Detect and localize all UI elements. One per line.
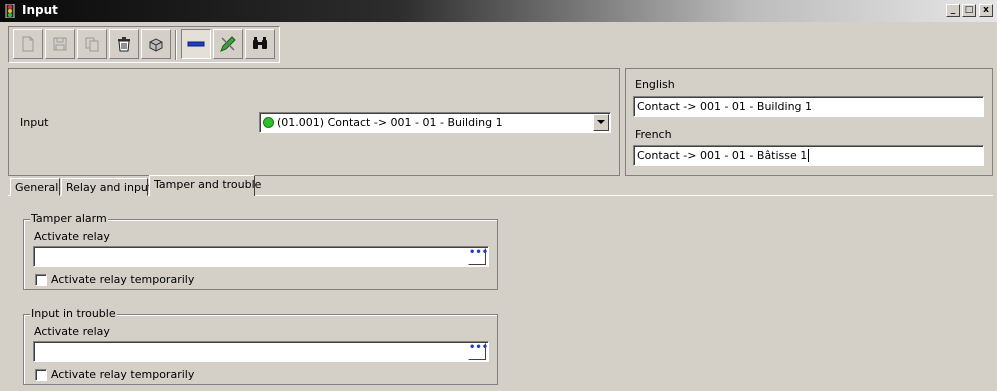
minus-button[interactable]	[181, 29, 211, 59]
trouble-temporary-checkbox[interactable]	[35, 369, 47, 381]
tab-tamper-and-trouble[interactable]: Tamper and trouble	[149, 175, 261, 196]
status-dot-icon	[263, 117, 274, 128]
copy-button[interactable]	[77, 29, 107, 59]
tamper-relay-field[interactable]	[33, 246, 489, 267]
tamper-temporary-checkbox[interactable]	[35, 274, 47, 286]
input-select-value: (01.001) Contact -> 001 - 01 - Building …	[277, 116, 503, 129]
activate-relay-label: Activate relay	[34, 230, 110, 243]
trouble-relay-field[interactable]	[33, 341, 489, 362]
tab-relay-and-input[interactable]: Relay and input	[61, 178, 152, 196]
french-name-field[interactable]: Contact -> 001 - 01 - Bâtisse 1	[633, 145, 984, 166]
tamper-relay-browse-button[interactable]: •••	[468, 248, 488, 265]
restore-button[interactable]: □	[962, 4, 976, 17]
delete-icon	[118, 37, 130, 52]
save-icon	[53, 37, 67, 51]
input-label: Input	[20, 116, 49, 129]
window-title: Input	[22, 3, 58, 17]
translations-panel: English Contact -> 001 - 01 - Building 1…	[625, 68, 993, 176]
new-button[interactable]	[13, 29, 43, 59]
text-cursor	[808, 149, 810, 162]
save-button[interactable]	[45, 29, 75, 59]
english-label: English	[635, 78, 675, 91]
find-button[interactable]	[245, 29, 275, 59]
toolbar	[8, 26, 280, 63]
trouble-temporary-label: Activate relay temporarily	[51, 368, 195, 381]
tamper-temporary-label: Activate relay temporarily	[51, 273, 195, 286]
copy-icon	[85, 37, 99, 52]
input-selector-panel: Input (01.001) Contact -> 001 - 01 - Bui…	[8, 68, 620, 176]
minimize-button[interactable]: _	[946, 4, 960, 17]
dropdown-button[interactable]	[593, 114, 609, 131]
print-icon	[149, 38, 163, 52]
pencil-icon	[220, 36, 236, 52]
tamper-alarm-title: Tamper alarm	[30, 212, 108, 225]
french-label: French	[635, 128, 672, 141]
print-button[interactable]	[141, 29, 171, 59]
delete-button[interactable]	[109, 29, 139, 59]
binoculars-icon	[253, 37, 267, 49]
new-document-icon	[22, 36, 34, 52]
close-button[interactable]: x	[979, 4, 993, 17]
traffic-light-icon	[5, 4, 15, 18]
chevron-down-icon	[597, 120, 605, 124]
french-name-text: Contact -> 001 - 01 - Bâtisse 1	[637, 149, 808, 162]
tab-general[interactable]: General	[10, 178, 60, 196]
activate-relay-label: Activate relay	[34, 325, 110, 338]
trouble-relay-browse-button[interactable]: •••	[468, 343, 488, 360]
toolbar-separator	[175, 30, 177, 60]
input-in-trouble-title: Input in trouble	[30, 307, 117, 320]
english-name-field[interactable]: Contact -> 001 - 01 - Building 1	[633, 96, 984, 117]
edit-button[interactable]	[213, 29, 243, 59]
input-select[interactable]: (01.001) Contact -> 001 - 01 - Building …	[259, 112, 611, 133]
minus-icon	[187, 41, 205, 47]
title-bar[interactable]: Input _ □ x	[0, 0, 997, 22]
